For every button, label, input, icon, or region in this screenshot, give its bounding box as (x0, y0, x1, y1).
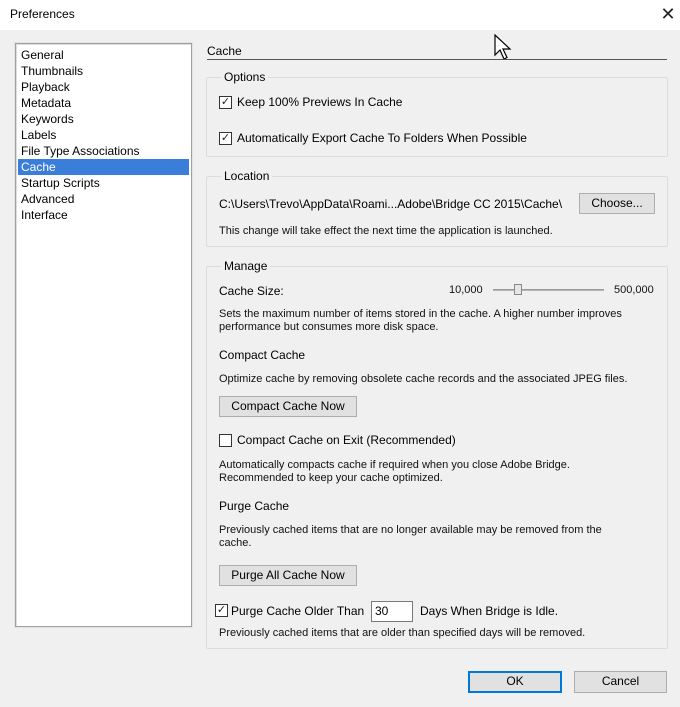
cache-size-slider[interactable] (493, 289, 604, 291)
sidebar-item-advanced[interactable]: Advanced (18, 191, 189, 207)
options-group-title: Options (221, 70, 269, 84)
sidebar-item-general[interactable]: General (18, 47, 189, 63)
window-title: Preferences (10, 7, 75, 21)
section-title: Cache (207, 44, 242, 58)
cache-size-min: 10,000 (449, 284, 483, 296)
keep-previews-label[interactable]: Keep 100% Previews In Cache (237, 95, 402, 109)
sidebar-item-cache[interactable]: Cache (18, 159, 189, 175)
purge-cache-heading: Purge Cache (219, 499, 290, 513)
options-group (206, 77, 668, 157)
purge-older-checkbox[interactable]: ✓ (215, 604, 228, 617)
purge-all-cache-now-button[interactable]: Purge All Cache Now (219, 565, 357, 586)
title-bar (0, 0, 680, 30)
auto-export-checkbox[interactable]: ✓ (219, 132, 232, 145)
cache-size-label: Cache Size: (219, 284, 284, 298)
cache-location-path: C:\Users\Trevo\AppData\Roami...Adobe\Bri… (219, 197, 563, 211)
cache-size-slider-thumb[interactable] (513, 284, 522, 295)
sidebar-item-file-type-associations[interactable]: File Type Associations (18, 143, 189, 159)
cache-size-description-line2: performance but consumes more disk space… (219, 321, 439, 333)
compact-cache-now-button[interactable]: Compact Cache Now (219, 396, 357, 417)
close-icon[interactable]: ✕ (656, 2, 680, 26)
location-note: This change will take effect the next ti… (219, 225, 553, 237)
sidebar-item-labels[interactable]: Labels (18, 127, 189, 143)
sidebar-item-startup-scripts[interactable]: Startup Scripts (18, 175, 189, 191)
compact-cache-description: Optimize cache by removing obsolete cach… (219, 373, 628, 385)
check-icon: ✓ (216, 604, 227, 616)
compact-on-exit-label[interactable]: Compact Cache on Exit (Recommended) (237, 433, 456, 447)
ok-button[interactable]: OK (468, 671, 562, 693)
cache-size-max: 500,000 (614, 284, 654, 296)
check-icon: ✓ (220, 96, 231, 108)
sidebar-item-interface[interactable]: Interface (18, 207, 189, 223)
sidebar-item-metadata[interactable]: Metadata (18, 95, 189, 111)
category-list[interactable]: General Thumbnails Playback Metadata Key… (15, 43, 192, 627)
check-icon: ✓ (220, 132, 231, 144)
compact-exit-description-line2: Recommended to keep your cache optimized… (219, 472, 443, 484)
purge-description-line1: Previously cached items that are no long… (219, 524, 602, 536)
cancel-button[interactable]: Cancel (574, 671, 667, 693)
compact-exit-description-line1: Automatically compacts cache if required… (219, 459, 570, 471)
section-divider (207, 59, 667, 60)
choose-button[interactable]: Choose... (579, 193, 655, 214)
keep-previews-checkbox[interactable]: ✓ (219, 96, 232, 109)
sidebar-item-playback[interactable]: Playback (18, 79, 189, 95)
manage-group-title: Manage (221, 259, 271, 273)
purge-older-label[interactable]: Purge Cache Older Than (231, 604, 364, 618)
cache-size-description-line1: Sets the maximum number of items stored … (219, 308, 622, 320)
compact-cache-heading: Compact Cache (219, 348, 306, 362)
compact-on-exit-checkbox[interactable] (219, 434, 232, 447)
purge-older-description: Previously cached items that are older t… (219, 627, 586, 639)
auto-export-label[interactable]: Automatically Export Cache To Folders Wh… (237, 131, 527, 145)
location-group-title: Location (221, 169, 273, 183)
purge-description-line2: cache. (219, 537, 252, 549)
mouse-cursor-icon (494, 34, 512, 60)
sidebar-item-keywords[interactable]: Keywords (18, 111, 189, 127)
sidebar-item-thumbnails[interactable]: Thumbnails (18, 63, 189, 79)
purge-days-input[interactable]: 30 (371, 601, 413, 622)
purge-days-suffix: Days When Bridge is Idle. (420, 604, 559, 618)
